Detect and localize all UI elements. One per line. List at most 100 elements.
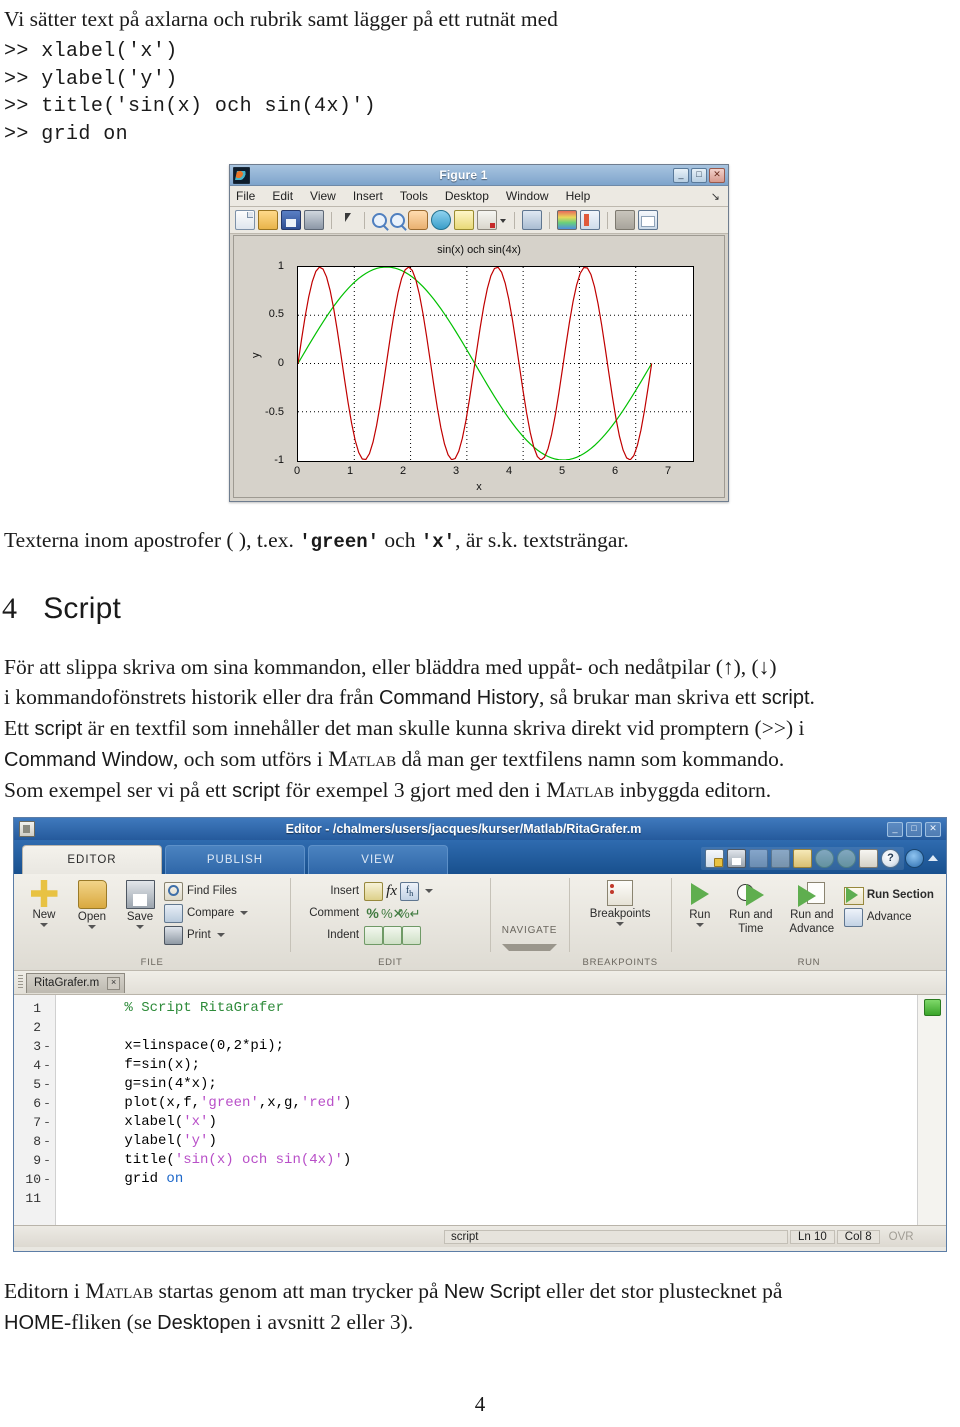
advance-button[interactable]: Advance — [843, 906, 934, 928]
wrap-comment-icon[interactable]: %↵ — [398, 905, 420, 922]
run-and-time-button[interactable]: Run and Time — [722, 878, 780, 935]
pointer-icon[interactable] — [339, 211, 357, 229]
indent-left-icon[interactable] — [402, 925, 422, 945]
brush-dropdown-icon[interactable] — [500, 211, 507, 229]
minimize-ribbon-icon[interactable] — [925, 851, 942, 868]
menu-help[interactable]: Help — [566, 189, 591, 203]
tab-publish[interactable]: PUBLISH — [165, 845, 305, 874]
figure-window-controls[interactable]: _ □ ✕ — [673, 167, 725, 183]
new-figure-icon[interactable] — [235, 210, 255, 230]
code-line[interactable]: g=sin(4*x); — [74, 1075, 917, 1094]
maximize-icon[interactable]: □ — [906, 821, 922, 837]
code-line[interactable]: grid on — [74, 1170, 917, 1189]
link-plot-icon[interactable] — [522, 210, 542, 230]
menu-file[interactable]: File — [236, 189, 255, 203]
menu-desktop[interactable]: Desktop — [445, 189, 489, 203]
indent-row[interactable]: Indent — [297, 924, 483, 946]
quick-access-toolbar[interactable]: ? — [701, 847, 904, 870]
plot-tools-off-icon[interactable] — [615, 210, 635, 230]
brush-icon[interactable] — [477, 210, 497, 230]
code-editor-area[interactable]: 1 2 3- 4- 5- 6- 7- 8- 9- 10- 11 % Script RitaGrafe… — [14, 995, 946, 1225]
comment-row[interactable]: Comment % %✕ %↵ — [297, 902, 483, 924]
plot-tools-on-icon[interactable] — [638, 210, 658, 230]
paste-icon[interactable] — [793, 849, 812, 868]
zoom-out-icon[interactable] — [390, 213, 405, 228]
code-line[interactable]: xlabel('x') — [74, 1113, 917, 1132]
close-icon[interactable]: × — [107, 976, 121, 990]
rotate-3d-icon[interactable] — [431, 210, 451, 230]
help-icon[interactable]: ? — [881, 849, 900, 868]
code-line[interactable]: % Script RitaGrafer — [74, 999, 917, 1018]
code-line[interactable]: plot(x,f,'green',x,g,'red') — [74, 1094, 917, 1113]
figure-title-bar[interactable]: Figure 1 _ □ ✕ — [230, 165, 728, 186]
smart-indent-icon[interactable] — [364, 925, 384, 945]
breakpoints-button[interactable]: Breakpoints — [577, 878, 663, 926]
code-line[interactable] — [74, 1018, 917, 1037]
run-section-button[interactable]: Run Section — [843, 884, 934, 906]
insert-snippet-icon[interactable] — [364, 881, 384, 901]
maximize-icon[interactable]: □ — [691, 167, 707, 183]
print-figure-icon[interactable] — [304, 210, 324, 230]
undo-icon[interactable] — [815, 849, 834, 868]
editor-ribbon[interactable]: New Open Save Find Files Compare Print F… — [14, 874, 946, 971]
code-line[interactable] — [74, 1189, 917, 1208]
chevron-down-icon[interactable] — [136, 925, 144, 929]
menu-view[interactable]: View — [310, 189, 336, 203]
minimize-icon[interactable]: _ — [887, 821, 903, 837]
insert-row[interactable]: Insert fx fh — [297, 880, 483, 902]
plot-area[interactable] — [297, 266, 694, 462]
code-line[interactable]: f=sin(x); — [74, 1056, 917, 1075]
drag-grip-icon[interactable] — [18, 975, 23, 990]
menu-tools[interactable]: Tools — [400, 189, 428, 203]
code-analyzer-ok-icon[interactable] — [924, 999, 941, 1016]
compare-button[interactable]: Compare — [164, 902, 249, 924]
colorbar-icon[interactable] — [557, 210, 577, 230]
code-line[interactable]: ylabel('y') — [74, 1132, 917, 1151]
close-icon[interactable]: ✕ — [709, 167, 725, 183]
chevron-down-icon[interactable] — [40, 923, 48, 927]
chevron-down-icon[interactable] — [216, 933, 225, 937]
insert-fh-icon[interactable]: fh — [400, 881, 420, 901]
editor-window-controls[interactable]: _ □ ✕ — [887, 821, 941, 837]
layout-icon[interactable] — [859, 849, 878, 868]
code-analyzer-strip[interactable] — [917, 995, 946, 1225]
new-script-icon[interactable] — [705, 849, 724, 868]
run-button[interactable]: Run — [678, 878, 722, 927]
file-tab-ritagrafer[interactable]: RitaGrafer.m × — [26, 972, 126, 993]
tab-editor[interactable]: EDITOR — [22, 845, 162, 874]
uncomment-icon[interactable]: %✕ — [381, 905, 403, 922]
matlab-editor-window[interactable]: Editor - /chalmers/users/jacques/kurser/… — [13, 817, 947, 1252]
data-cursor-icon[interactable] — [454, 210, 474, 230]
find-files-button[interactable]: Find Files — [164, 880, 248, 902]
menu-insert[interactable]: Insert — [353, 189, 383, 203]
dock-figure-icon[interactable]: ↘ — [711, 190, 720, 203]
cut-icon[interactable] — [749, 849, 768, 868]
pan-icon[interactable] — [408, 210, 428, 230]
legend-icon[interactable] — [580, 210, 600, 230]
editor-title-bar[interactable]: Editor - /chalmers/users/jacques/kurser/… — [14, 818, 946, 840]
figure-window[interactable]: Figure 1 _ □ ✕ File Edit View Insert Too… — [229, 164, 729, 502]
open-file-icon[interactable] — [258, 210, 278, 230]
code-line[interactable]: x=linspace(0,2*pi); — [74, 1037, 917, 1056]
minimize-icon[interactable]: _ — [673, 167, 689, 183]
code-text[interactable]: % Script RitaGrafer x=linspace(0,2*pi); … — [56, 995, 917, 1225]
menu-edit[interactable]: Edit — [272, 189, 293, 203]
chevron-down-icon[interactable] — [425, 889, 434, 893]
new-button[interactable]: New — [20, 878, 68, 927]
save-icon[interactable] — [727, 849, 746, 868]
open-button[interactable]: Open — [68, 878, 116, 929]
indent-right-icon[interactable] — [383, 925, 403, 945]
close-icon[interactable]: ✕ — [925, 821, 941, 837]
run-and-advance-button[interactable]: Run and Advance — [780, 878, 844, 935]
zoom-in-icon[interactable] — [372, 213, 387, 228]
code-line[interactable]: title('sin(x) och sin(4x)') — [74, 1151, 917, 1170]
copy-icon[interactable] — [771, 849, 790, 868]
file-tab-bar[interactable]: RitaGrafer.m × — [14, 971, 946, 995]
save-figure-icon[interactable] — [281, 210, 301, 230]
save-button[interactable]: Save — [116, 878, 164, 929]
ribbon-group-navigate[interactable]: NAVIGATE — [491, 874, 569, 970]
figure-menu-bar[interactable]: File Edit View Insert Tools Desktop Wind… — [230, 186, 728, 207]
figure-canvas[interactable]: sin(x) och sin(4x) y x 1 0.5 0 -0.5 -1 0… — [233, 235, 725, 498]
chevron-down-icon[interactable] — [616, 922, 625, 926]
print-button[interactable]: Print — [164, 924, 248, 946]
